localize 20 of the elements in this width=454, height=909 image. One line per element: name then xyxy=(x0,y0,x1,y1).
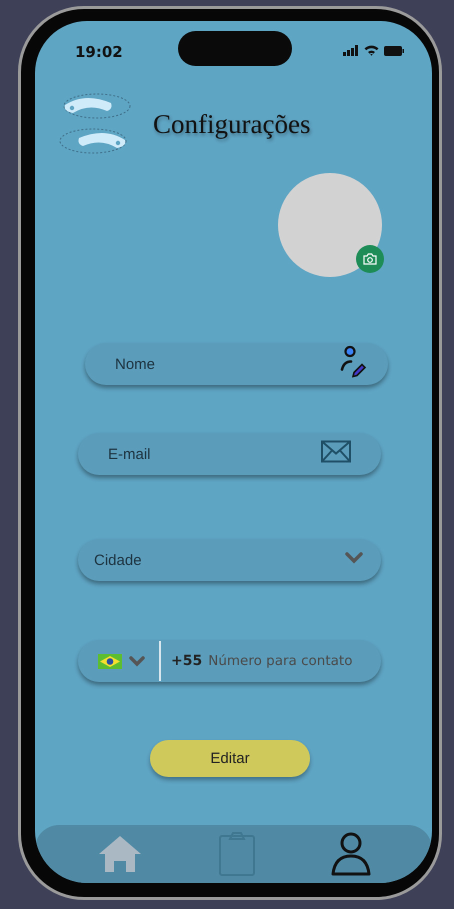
battery-icon xyxy=(384,46,404,56)
name-field[interactable]: Nome xyxy=(85,343,388,385)
signal-icon xyxy=(343,45,359,56)
mail-icon xyxy=(321,440,351,462)
edit-button[interactable]: Editar xyxy=(150,740,310,777)
chevron-down-icon xyxy=(129,656,145,666)
phone-field[interactable]: +55 Número para contato xyxy=(78,640,381,682)
wifi-icon xyxy=(364,45,379,56)
chevron-down-icon xyxy=(345,552,363,564)
city-dropdown[interactable]: Cidade xyxy=(78,539,381,581)
email-field[interactable]: E-mail xyxy=(78,433,381,475)
camera-button[interactable] xyxy=(356,245,384,273)
status-time: 19:02 xyxy=(75,43,123,61)
user-edit-icon xyxy=(340,346,368,378)
phone-input[interactable]: Número para contato xyxy=(202,641,381,681)
flag-icon xyxy=(98,654,122,668)
page-title: Configurações xyxy=(153,108,310,140)
country-code: +55 xyxy=(171,653,202,669)
camera-icon xyxy=(363,253,377,265)
user-icon[interactable] xyxy=(330,832,370,876)
